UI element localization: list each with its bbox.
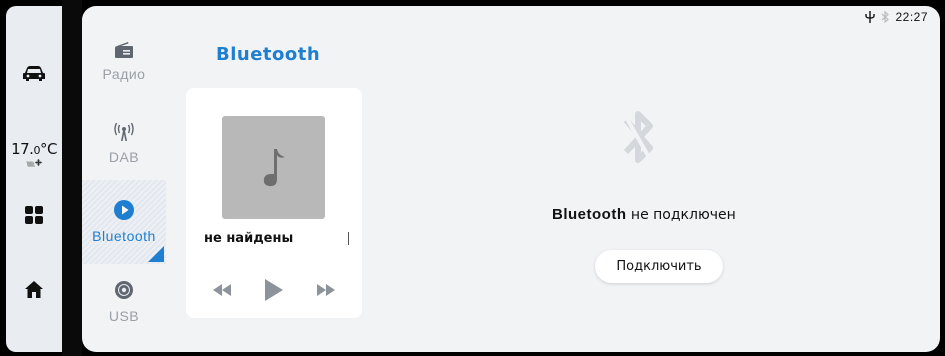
connection-status: Bluetooth не подключен xyxy=(552,206,736,223)
next-button[interactable] xyxy=(312,280,340,300)
bluetooth-disconnected-icon xyxy=(620,109,656,167)
source-label: Радио xyxy=(102,66,146,82)
text-scroll-indicator xyxy=(348,232,349,245)
bluetooth-icon xyxy=(882,11,890,23)
connect-button[interactable]: Подключить xyxy=(595,250,723,283)
antenna-icon xyxy=(114,123,134,141)
divider-strip xyxy=(62,0,82,356)
home-icon xyxy=(25,280,43,298)
media-panel: Радио DAB Bluetooth USB Bluetooth не най… xyxy=(82,6,940,352)
apps-button[interactable] xyxy=(6,204,62,226)
source-label: Bluetooth xyxy=(92,228,156,244)
rewind-icon xyxy=(213,284,231,296)
usb-icon xyxy=(865,11,876,23)
source-dab[interactable]: DAB xyxy=(82,102,166,186)
source-radio[interactable]: Радио xyxy=(82,20,166,104)
source-label: DAB xyxy=(108,149,140,165)
temperature-integer: 17. xyxy=(11,140,34,158)
source-bluetooth[interactable]: Bluetooth xyxy=(82,180,166,264)
album-art xyxy=(222,116,325,219)
status-text: не подключен xyxy=(626,207,736,223)
disc-icon xyxy=(115,281,133,299)
home-button[interactable] xyxy=(6,278,62,300)
music-note-icon xyxy=(263,148,285,186)
climate-temperature[interactable]: 17.0°C \\\\\\\ xyxy=(6,140,62,168)
radio-icon xyxy=(115,42,133,58)
track-title: не найдены xyxy=(204,231,294,246)
play-circle-icon xyxy=(114,200,134,220)
source-label: USB xyxy=(108,308,140,324)
play-icon xyxy=(265,279,283,301)
player-card: не найдены xyxy=(186,88,362,318)
play-button[interactable] xyxy=(260,278,288,302)
previous-button[interactable] xyxy=(208,280,236,300)
clock: 22:27 xyxy=(895,10,928,24)
temperature-value: 17.0°C xyxy=(11,140,57,158)
fan-level-indicator: \\\\\\\ xyxy=(26,159,42,168)
fast-forward-icon xyxy=(317,284,335,296)
temperature-unit: °C xyxy=(39,140,57,158)
car-icon xyxy=(23,66,45,81)
vehicle-button[interactable] xyxy=(6,60,62,88)
page-title: Bluetooth xyxy=(216,44,321,65)
left-sidebar: 17.0°C \\\\\\\ xyxy=(6,6,62,352)
status-bar: 22:27 xyxy=(865,10,928,24)
status-brand: Bluetooth xyxy=(552,206,627,223)
fan-level: \\\\\\\ xyxy=(26,161,34,168)
source-usb[interactable]: USB xyxy=(82,260,166,344)
fan-icon xyxy=(34,159,42,166)
apps-grid-icon xyxy=(25,206,43,224)
